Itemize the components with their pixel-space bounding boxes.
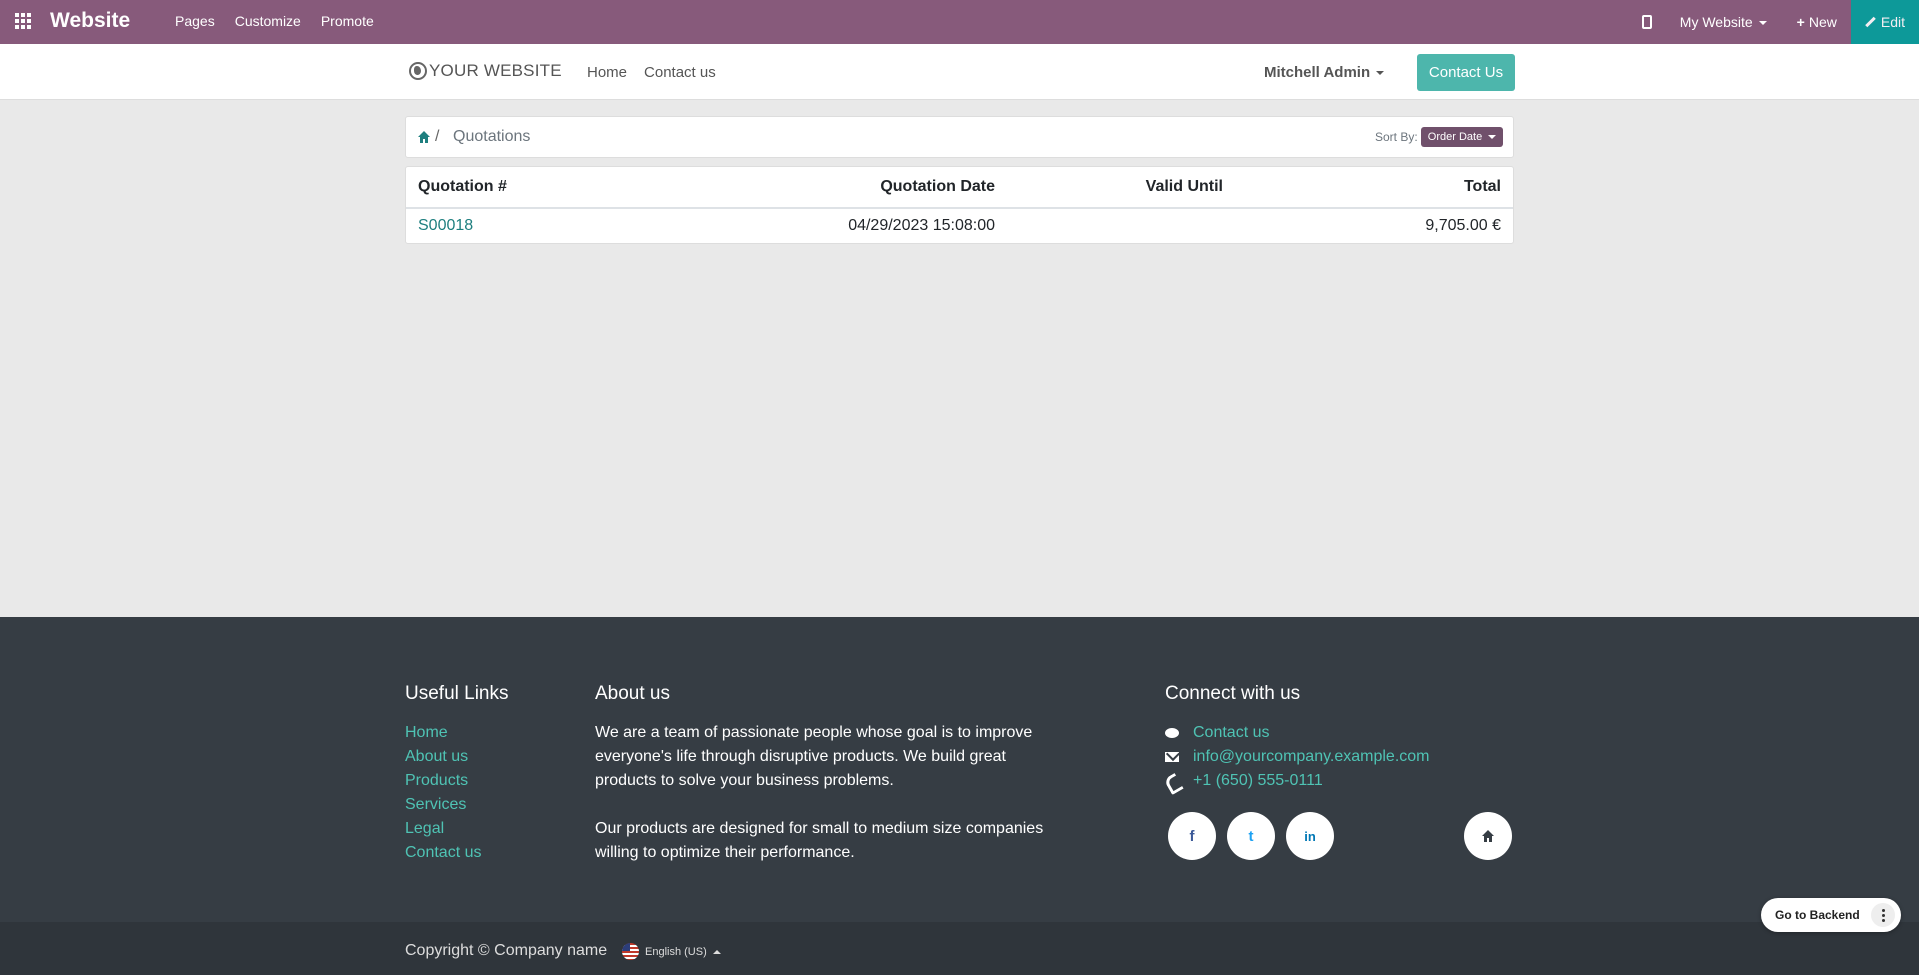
breadcrumb-separator: / (435, 128, 440, 145)
sort-label: Sort By: (1375, 130, 1418, 144)
website-switcher[interactable]: My Website (1680, 14, 1767, 30)
footer-phone-link[interactable]: +1 (650) 555-0111 (1193, 769, 1323, 793)
about-paragraph-1: We are a team of passionate people whose… (595, 724, 1033, 789)
useful-links-heading: Useful Links (405, 683, 509, 704)
contact-us-button[interactable]: Contact Us (1417, 54, 1515, 91)
quotation-number-link[interactable]: S00018 (418, 217, 473, 235)
header-quotation-date: Quotation Date (880, 178, 995, 195)
footer-link-legal[interactable]: Legal (405, 817, 481, 841)
home-icon (1482, 830, 1494, 842)
globe-icon (409, 62, 427, 80)
nav-contact-us[interactable]: Contact us (644, 64, 716, 81)
edit-button[interactable]: Edit (1850, 0, 1919, 44)
admin-navbar: Website Pages Customize Promote My Websi… (0, 0, 1919, 44)
apps-menu-icon[interactable] (15, 13, 33, 29)
menu-pages[interactable]: Pages (175, 13, 215, 29)
footer-link-home[interactable]: Home (405, 721, 481, 745)
contact-list: Contact us info@yourcompany.example.com … (1165, 721, 1430, 793)
linkedin-icon[interactable]: in (1286, 812, 1334, 860)
quotation-date: 04/29/2023 15:08:00 (848, 217, 995, 234)
go-to-backend-widget: Go to Backend (1761, 898, 1901, 932)
footer-link-contact-us[interactable]: Contact us (405, 841, 481, 865)
caret-down-icon (1376, 71, 1385, 76)
footer-link-products[interactable]: Products (405, 769, 481, 793)
admin-menu: Pages Customize Promote (175, 13, 374, 29)
pencil-icon (1865, 17, 1875, 27)
copyright-text: Copyright © Company name (405, 942, 608, 959)
about-heading: About us (595, 683, 670, 704)
footer-email-link[interactable]: info@yourcompany.example.com (1193, 745, 1430, 769)
header-total: Total (1463, 178, 1501, 195)
site-logo[interactable]: YOUR WEBSITE (409, 61, 562, 81)
menu-promote[interactable]: Promote (321, 13, 374, 29)
table-row[interactable]: S00018 04/29/2023 15:08:00 9,705.00 € (406, 209, 1513, 245)
new-label: New (1808, 14, 1837, 30)
copyright-bar (0, 922, 1919, 975)
useful-links-list: Home About us Products Services Legal Co… (405, 721, 481, 865)
plus-icon: + (1796, 14, 1805, 30)
facebook-icon[interactable]: f (1168, 812, 1216, 860)
about-text: We are a team of passionate people whose… (595, 721, 1045, 865)
language-label: English (US) (645, 945, 707, 958)
phone-icon (1165, 775, 1179, 787)
quotations-table: Quotation # Quotation Date Valid Until T… (405, 166, 1514, 244)
twitter-icon[interactable]: t (1227, 812, 1275, 860)
user-name: Mitchell Admin (1264, 64, 1371, 81)
home-social-button[interactable] (1464, 812, 1512, 860)
site-nav: Home Contact us (587, 64, 716, 81)
home-icon[interactable] (417, 130, 431, 144)
breadcrumb-bar: / Quotations Sort By: Order Date (405, 116, 1514, 158)
table-header: Quotation # Quotation Date Valid Until T… (406, 167, 1513, 209)
logo-text: YOUR WEBSITE (429, 61, 562, 80)
site-header: YOUR WEBSITE Home Contact us Mitchell Ad… (0, 44, 1919, 100)
comment-icon (1165, 727, 1179, 739)
nav-home[interactable]: Home (587, 64, 627, 81)
go-to-backend-button[interactable]: Go to Backend (1775, 908, 1860, 922)
user-menu[interactable]: Mitchell Admin (1264, 64, 1385, 81)
breadcrumb-current: Quotations (453, 128, 531, 145)
footer-link-services[interactable]: Services (405, 793, 481, 817)
caret-up-icon (712, 949, 721, 954)
app-title: Website (50, 9, 131, 32)
language-selector[interactable]: English (US) (622, 943, 721, 960)
mobile-preview-icon[interactable] (1641, 15, 1652, 29)
edit-label: Edit (1880, 14, 1905, 30)
website-switcher-label: My Website (1679, 14, 1753, 30)
menu-customize[interactable]: Customize (235, 13, 301, 29)
more-options-icon[interactable] (1871, 903, 1895, 927)
quotation-total: 9,705.00 € (1425, 217, 1501, 234)
admin-actions: My Website + New Edit (1641, 0, 1919, 44)
new-button[interactable]: + New (1797, 14, 1837, 30)
us-flag-icon (622, 943, 639, 960)
caret-down-icon (1758, 21, 1767, 26)
envelope-icon (1165, 751, 1179, 763)
site-footer: Useful Links Home About us Products Serv… (0, 617, 1919, 975)
sort-dropdown[interactable]: Order Date (1421, 127, 1503, 147)
connect-heading: Connect with us (1165, 683, 1301, 704)
about-paragraph-2: Our products are designed for small to m… (595, 820, 1044, 861)
header-quotation-number: Quotation # (418, 178, 507, 195)
sort-value: Order Date (1427, 131, 1483, 143)
header-valid-until: Valid Until (1145, 178, 1223, 195)
caret-down-icon (1488, 135, 1497, 139)
footer-link-about-us[interactable]: About us (405, 745, 481, 769)
footer-contact-link[interactable]: Contact us (1193, 721, 1269, 745)
